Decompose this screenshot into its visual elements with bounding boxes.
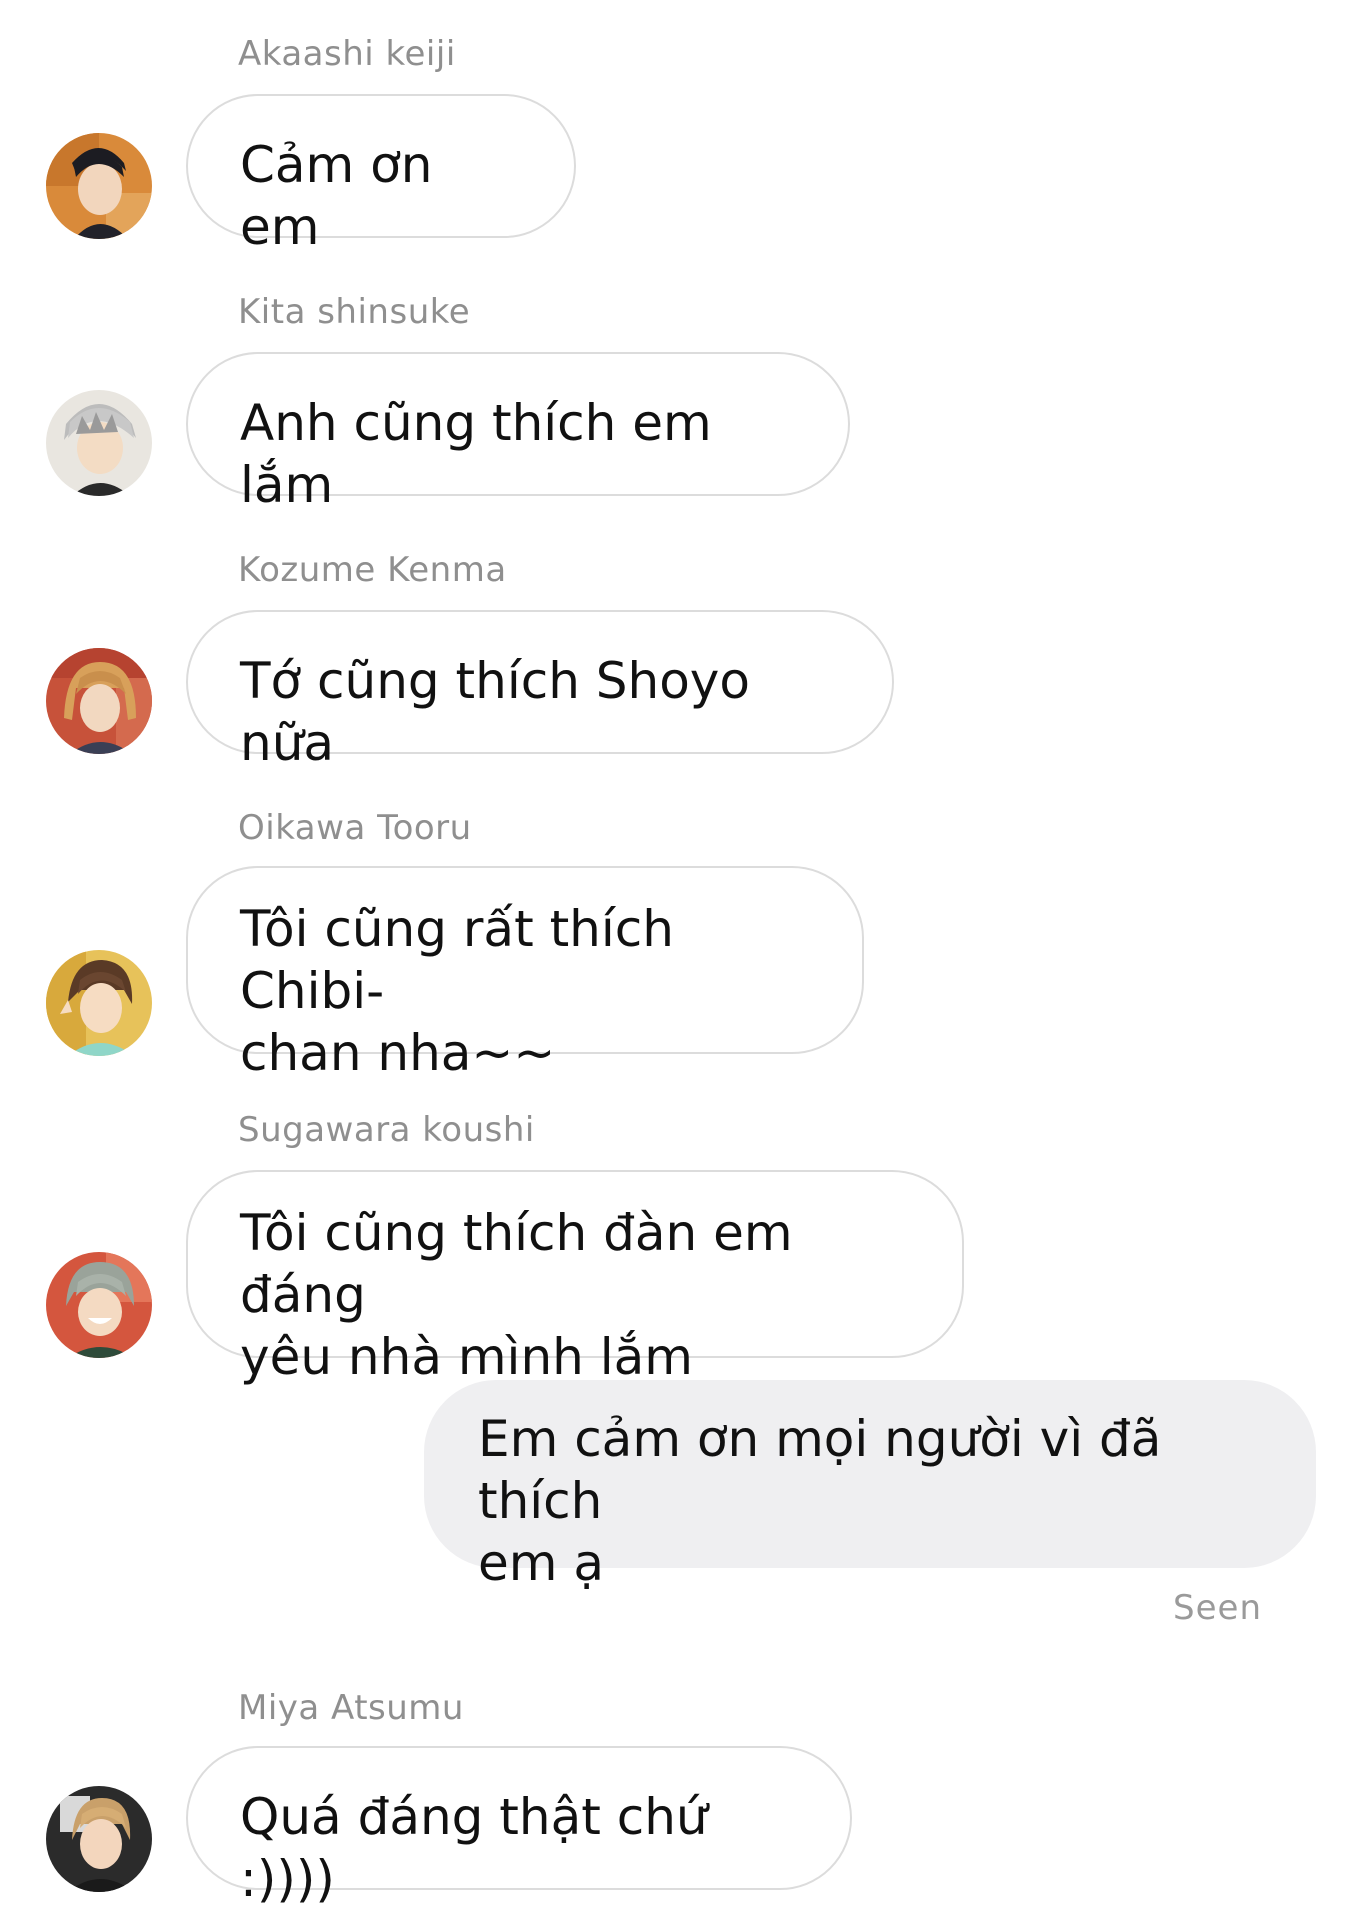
avatar-oikawa[interactable] [46, 950, 152, 1056]
message-bubble[interactable]: Tôi cũng rất thích Chibi- chan nha~~ [186, 866, 864, 1082]
sender-name: Kita shinsuke [238, 292, 471, 332]
sender-name: Oikawa Tooru [238, 808, 472, 848]
sender-name: Kozume Kenma [238, 550, 507, 590]
message-bubble[interactable]: Cảm ơn em [186, 94, 576, 256]
outgoing-message-bubble[interactable]: Em cảm ơn mọi người vì đã thích em ạ [424, 1380, 1316, 1592]
chat-thread: Akaashi keiji Cảm ơn em Kita shinsuke An… [0, 0, 1362, 1920]
message-bubble[interactable]: Anh cũng thích em lắm [186, 352, 850, 514]
avatar-sugawara[interactable] [46, 1252, 152, 1358]
seen-status: Seen [1173, 1588, 1262, 1628]
avatar-kita[interactable] [46, 390, 152, 496]
sender-name: Sugawara koushi [238, 1110, 535, 1150]
message-bubble[interactable]: Tôi cũng thích đàn em đáng yêu nhà mình … [186, 1170, 964, 1386]
avatar-atsumu[interactable] [46, 1786, 152, 1892]
avatar-akaashi[interactable] [46, 133, 152, 239]
message-bubble[interactable]: Quá đáng thật chứ :)))) [186, 1746, 852, 1908]
sender-name: Akaashi keiji [238, 34, 456, 74]
message-bubble[interactable]: Tớ cũng thích Shoyo nữa [186, 610, 894, 772]
avatar-kenma[interactable] [46, 648, 152, 754]
sender-name: Miya Atsumu [238, 1688, 464, 1728]
